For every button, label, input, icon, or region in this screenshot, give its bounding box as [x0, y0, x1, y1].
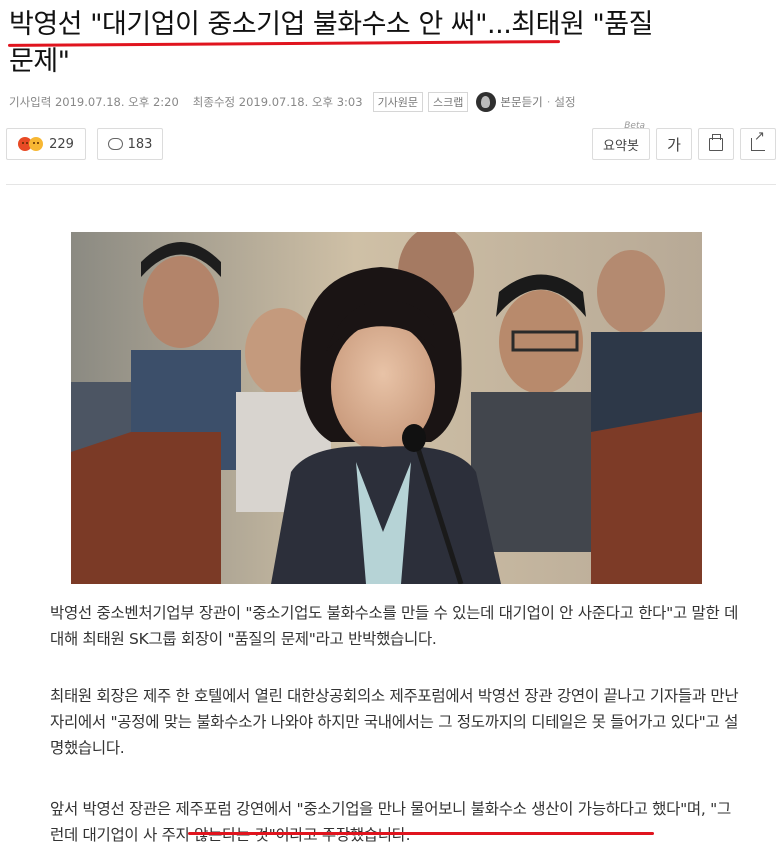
reaction-count: 229: [49, 136, 74, 152]
original-article-button[interactable]: 기사원문: [372, 92, 424, 112]
angry-sad-emoji-icon: [18, 137, 44, 151]
quote-red-underline: [188, 832, 654, 835]
share-button[interactable]: [740, 128, 776, 160]
listen-label: 본문듣기: [500, 95, 543, 109]
beta-badge: Beta: [624, 121, 645, 131]
print-button[interactable]: [698, 128, 734, 160]
headline-line-2: 문제": [9, 46, 70, 77]
comment-count: 183: [127, 136, 153, 152]
font-size-button[interactable]: 가: [656, 128, 692, 160]
article-paragraph-1: 박영선 중소벤처기업부 장관이 "중소기업도 불화수소를 만들 수 있는데 대기…: [50, 604, 739, 648]
printer-icon: [709, 133, 723, 151]
modified-label: 최종수정: [192, 95, 236, 109]
input-time: 2019.07.18. 오후 2:20: [54, 95, 179, 109]
article-photo: [71, 232, 702, 584]
speech-bubble-icon: [107, 138, 123, 150]
settings-link[interactable]: 설정: [554, 94, 575, 110]
scrap-button[interactable]: 스크랩: [428, 92, 469, 112]
article-paragraph-3: 앞서 박영선 장관은 제주포럼 강연에서 "중소기업을 만나 물어보니 불화수소…: [50, 800, 731, 844]
input-label: 기사입력: [9, 95, 52, 109]
summary-label: 요약봇: [603, 138, 639, 154]
modified-time: 2019.07.18. 오후 3:03: [238, 95, 363, 109]
share-icon: [751, 129, 765, 151]
toolbar-divider: [6, 184, 776, 185]
article-meta: 기사입력 2019.07.18. 오후 2:20 최종수정 2019.07.18…: [9, 92, 576, 112]
listen-button[interactable]: 본문듣기: [476, 92, 543, 112]
speaker-avatar-icon: [476, 92, 497, 112]
comment-button[interactable]: 183: [97, 128, 163, 160]
article-toolbar: 229 183 요약봇 Beta 가: [6, 121, 776, 160]
summary-bot-button[interactable]: 요약봇 Beta: [592, 121, 650, 160]
article-paragraph-2: 최태원 회장은 제주 한 호텔에서 열린 대한상공회의소 제주포럼에서 박영선 …: [50, 687, 739, 757]
reaction-button[interactable]: 229: [6, 128, 86, 160]
headline-line-1: 박영선 "대기업이 중소기업 불화수소 안 써"...최태원 "품질: [9, 9, 653, 40]
